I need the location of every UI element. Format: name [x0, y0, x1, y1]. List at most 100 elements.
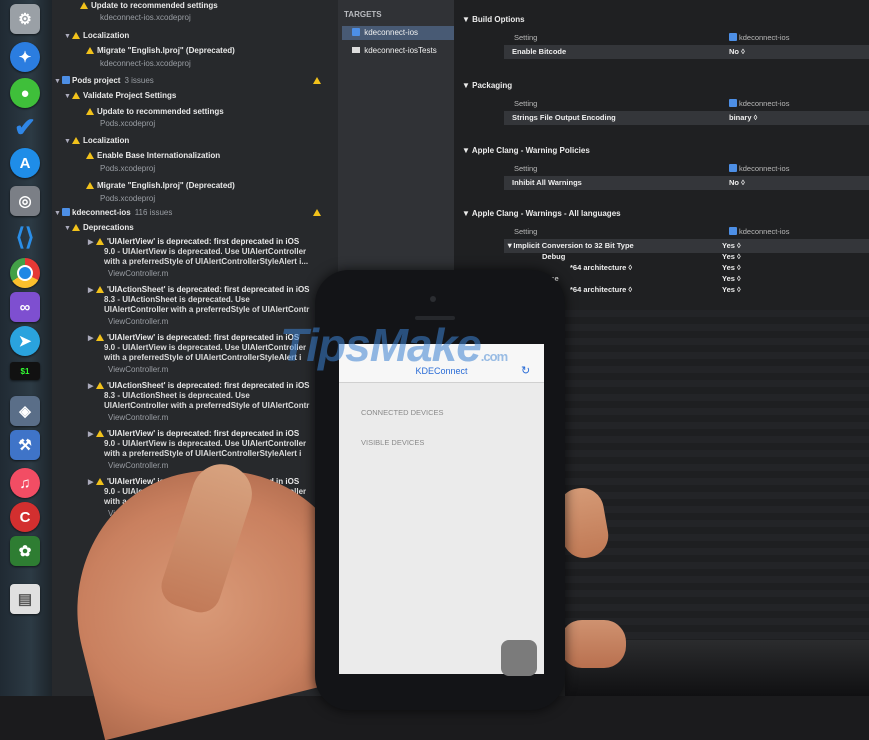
- settings-section-header[interactable]: ▼ Apple Clang - Warning Policies: [454, 145, 869, 157]
- target-column-label: kdeconnect-ios: [729, 163, 789, 175]
- disclosure-triangle-icon[interactable]: ▼: [462, 146, 472, 155]
- issue-text: Update to recommended settings: [97, 107, 224, 116]
- virtualbox-icon[interactable]: ◈: [10, 396, 40, 426]
- settings-section-header[interactable]: ▼ Build Options: [454, 14, 869, 26]
- setting-value-popup[interactable]: No ◊: [729, 177, 745, 189]
- document-icon[interactable]: ▤: [10, 584, 40, 614]
- visual-studio-icon[interactable]: ∞: [10, 292, 40, 322]
- disclosure-triangle-icon[interactable]: ▼: [54, 208, 62, 220]
- disclosure-triangle-icon[interactable]: ▼: [64, 136, 72, 148]
- xcode-project-icon: [62, 208, 70, 216]
- assistive-touch-button[interactable]: [501, 640, 537, 676]
- setting-name[interactable]: *64 architecture ◊: [570, 284, 632, 296]
- issue-text: ViewController.m: [108, 413, 169, 422]
- target-item-kdeconnect-ios[interactable]: kdeconnect-ios: [342, 26, 454, 40]
- phone-camera: [430, 296, 436, 302]
- issue-row[interactable]: Update to recommended settings: [52, 106, 338, 118]
- issue-row[interactable]: ViewController.m: [52, 460, 338, 472]
- system-preferences-icon[interactable]: ⚙: [10, 4, 40, 34]
- issue-row[interactable]: kdeconnect-ios.xcodeproj: [52, 58, 338, 70]
- settings-section-header[interactable]: ▼ Apple Clang - Warnings - All languages: [454, 208, 869, 220]
- issue-text: 8.3 - UIActionSheet is deprecated. Use: [104, 295, 250, 304]
- settings-section-header[interactable]: ▼ Packaging: [454, 80, 869, 92]
- setting-name[interactable]: Strings File Output Encoding: [512, 112, 616, 124]
- issue-text: Pods.xcodeproj: [100, 119, 156, 128]
- issue-text: Migrate "English.lproj" (Deprecated): [97, 181, 235, 190]
- warning-icon: [96, 478, 104, 485]
- issue-row[interactable]: ▼ kdeconnect-ios 116 issues: [52, 207, 338, 219]
- issue-row[interactable]: Update to recommended settings: [52, 0, 338, 12]
- wechat-icon[interactable]: ●: [10, 78, 40, 108]
- issue-row[interactable]: ViewController.m: [52, 412, 338, 424]
- issue-row[interactable]: ViewController.m: [52, 268, 338, 280]
- issue-row[interactable]: ▼ Validate Project Settings: [52, 90, 338, 102]
- warning-icon: [96, 238, 104, 245]
- issue-row[interactable]: kdeconnect-ios.xcodeproj: [52, 12, 338, 24]
- issue-text: 9.0 - UIAlertView is deprecated. Use UIA…: [104, 439, 307, 448]
- issue-text: 9.0 - UIAlertView is deprecated. Use UIA…: [104, 343, 307, 352]
- issue-row[interactable]: with a preferredStyle of UIAlertControll…: [52, 256, 338, 268]
- issue-text: ViewController.m: [108, 461, 169, 470]
- disclosure-triangle-icon[interactable]: ▼: [462, 81, 472, 90]
- vscode-icon[interactable]: ⟨⟩: [10, 222, 40, 252]
- setting-name[interactable]: Debug: [542, 251, 565, 263]
- issue-row[interactable]: Migrate "English.lproj" (Deprecated): [52, 45, 338, 57]
- setting-column-label: Setting: [514, 227, 538, 236]
- setting-value-popup[interactable]: Yes ◊: [722, 284, 741, 296]
- telegram-icon[interactable]: ➤: [10, 326, 40, 356]
- disclosure-triangle-icon[interactable]: ▼: [54, 76, 62, 88]
- refresh-icon[interactable]: ↻: [521, 364, 530, 377]
- disk-utility-icon[interactable]: ◎: [10, 186, 40, 216]
- issue-row[interactable]: ▼ Localization: [52, 30, 338, 42]
- issue-row[interactable]: ▼ Deprecations: [52, 222, 338, 234]
- issue-row[interactable]: ▼ Pods project 3 issues: [52, 75, 338, 87]
- warning-icon: [96, 334, 104, 341]
- app-target-icon: [729, 99, 737, 107]
- setting-value-popup[interactable]: No ◊: [729, 46, 745, 58]
- watermark-text: TipsMake: [280, 319, 482, 371]
- target-name: kdeconnect-ios: [739, 164, 790, 173]
- target-item-kdeconnect-iostests[interactable]: kdeconnect-iosTests: [352, 44, 437, 58]
- issue-row[interactable]: Enable Base Internationalization: [52, 150, 338, 162]
- warning-icon: [72, 224, 80, 231]
- disclosure-triangle-icon[interactable]: ▼: [462, 209, 472, 218]
- setting-column-label: Setting: [514, 99, 538, 108]
- disclosure-triangle-icon[interactable]: ▼: [462, 15, 472, 24]
- issue-text: 9.0 - UIAlertView is deprecated. Use UIA…: [104, 247, 307, 256]
- xcode-icon[interactable]: ⚒: [10, 430, 40, 460]
- music-icon[interactable]: ♫: [10, 468, 40, 498]
- terminal-icon[interactable]: $1: [10, 362, 40, 380]
- target-column-label: kdeconnect-ios: [729, 98, 789, 110]
- warning-icon: [86, 182, 94, 189]
- warning-icon: [72, 137, 80, 144]
- c-app-icon[interactable]: C: [10, 502, 40, 532]
- issue-row[interactable]: Pods.xcodeproj: [52, 193, 338, 205]
- app-store-icon[interactable]: A: [10, 148, 40, 178]
- issue-row[interactable]: Pods.xcodeproj: [52, 118, 338, 130]
- checkmark-app-icon[interactable]: ✔: [10, 112, 40, 142]
- issue-text: ViewController.m: [108, 365, 169, 374]
- setting-value-popup[interactable]: binary ◊: [729, 112, 757, 124]
- disclosure-triangle-icon[interactable]: ▼: [64, 91, 72, 103]
- disclosure-triangle-icon[interactable]: ▼: [64, 223, 72, 235]
- issue-row[interactable]: with a preferredStyle of UIAlertControll…: [52, 448, 338, 460]
- issue-text: Update to recommended settings: [91, 1, 218, 10]
- setting-name[interactable]: ▼Implicit Conversion to 32 Bit Type: [506, 240, 634, 252]
- issue-row[interactable]: Migrate "English.lproj" (Deprecated): [52, 180, 338, 192]
- issue-row[interactable]: Pods.xcodeproj: [52, 163, 338, 175]
- issue-row[interactable]: UIAlertController with a preferredStyle …: [52, 304, 338, 316]
- connected-devices-header: CONNECTED DEVICES: [361, 408, 444, 417]
- safari-icon[interactable]: ✦: [10, 42, 40, 72]
- issue-row[interactable]: ▼ Localization: [52, 135, 338, 147]
- section-title: Apple Clang - Warning Policies: [471, 146, 590, 155]
- issue-text: 'UIActionSheet' is deprecated: first dep…: [107, 381, 310, 390]
- issue-row[interactable]: UIAlertController with a preferredStyle …: [52, 400, 338, 412]
- app-target-icon: [729, 164, 737, 172]
- disclosure-triangle-icon[interactable]: ▼: [64, 31, 72, 43]
- android-studio-icon[interactable]: ✿: [10, 536, 40, 566]
- setting-name[interactable]: Inhibit All Warnings: [512, 177, 582, 189]
- chrome-icon[interactable]: [10, 258, 40, 288]
- setting-name[interactable]: Enable Bitcode: [512, 46, 566, 58]
- setting-name[interactable]: *64 architecture ◊: [570, 262, 632, 274]
- issue-count: 3 issues: [124, 76, 154, 85]
